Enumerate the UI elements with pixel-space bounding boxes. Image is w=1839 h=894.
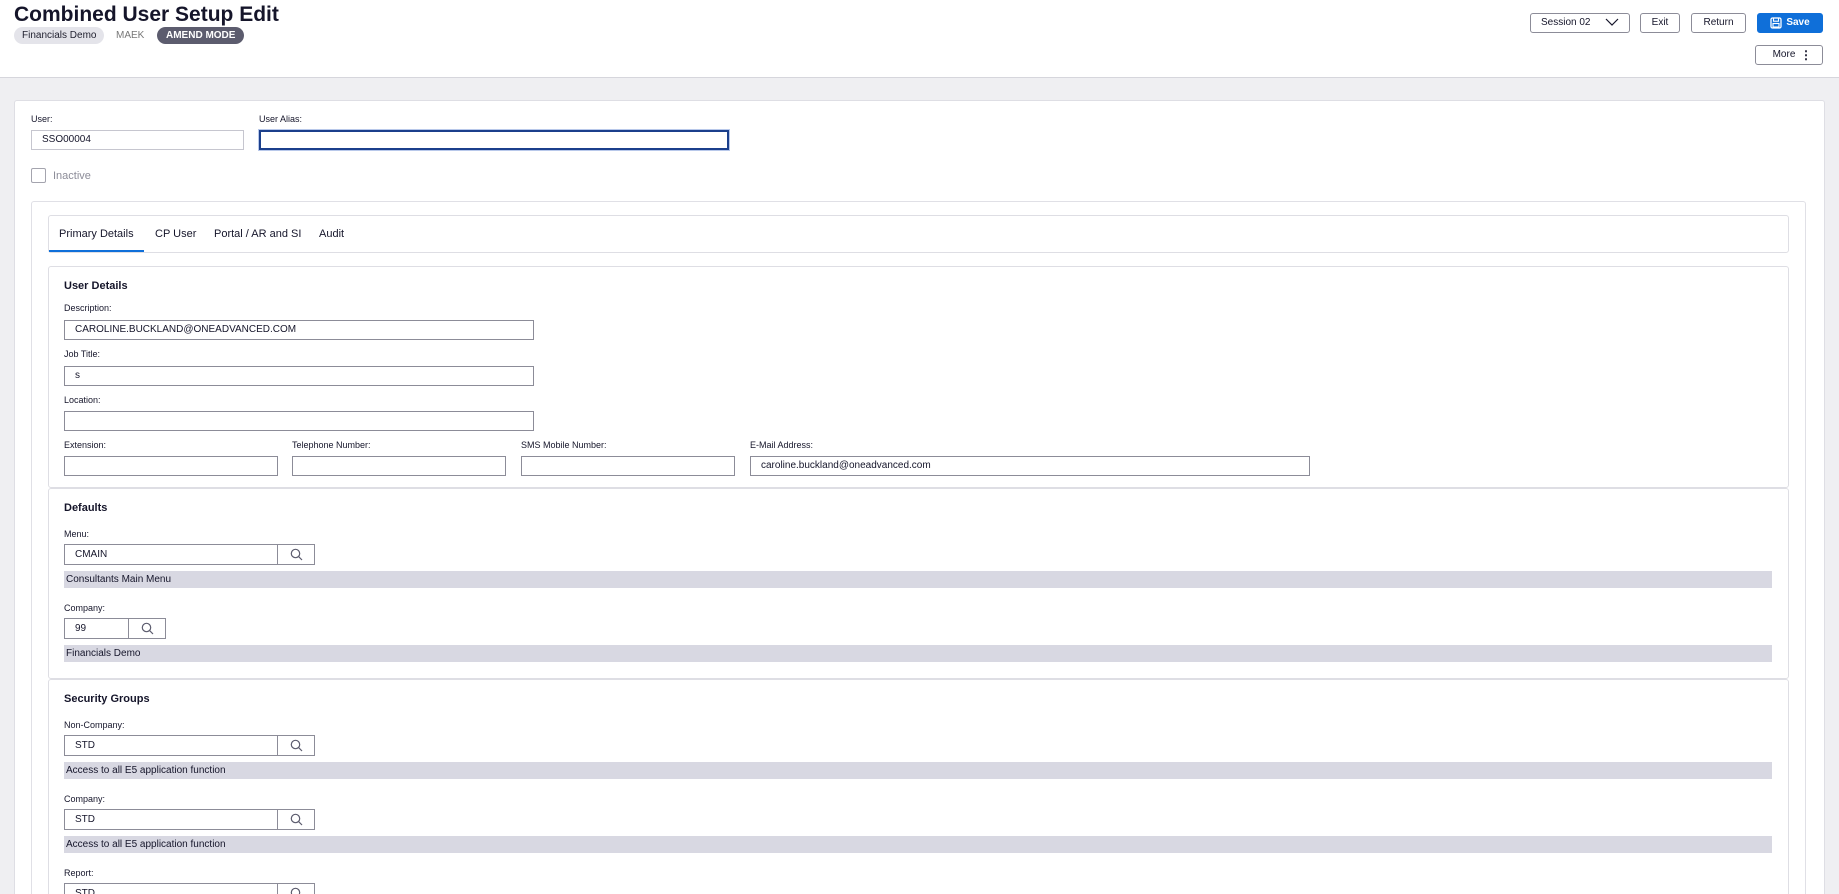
telephone-field[interactable] bbox=[292, 456, 506, 476]
inactive-label: Inactive bbox=[53, 170, 91, 182]
company-search-button[interactable] bbox=[128, 619, 165, 638]
company-description: Financials Demo bbox=[64, 645, 1772, 662]
search-icon bbox=[290, 548, 303, 561]
more-vertical-icon: ⋮ bbox=[1800, 48, 1812, 62]
save-icon bbox=[1770, 17, 1782, 36]
security-company-label: Company: bbox=[64, 794, 106, 804]
sms-mobile-field[interactable] bbox=[521, 456, 735, 476]
save-button[interactable]: Save bbox=[1757, 13, 1823, 33]
company-chip: Financials Demo bbox=[14, 27, 105, 44]
page-header: Combined User Setup Edit Financials Demo… bbox=[0, 0, 1839, 78]
menu-label: Menu: bbox=[64, 529, 90, 539]
company-label: Company: bbox=[64, 603, 106, 613]
tab-cp-user[interactable]: CP User bbox=[155, 228, 196, 240]
report-lookup[interactable]: STD bbox=[64, 883, 315, 894]
mode-badge: AMEND MODE bbox=[157, 27, 245, 44]
location-label: Location: bbox=[64, 395, 101, 405]
menu-description: Consultants Main Menu bbox=[64, 571, 1772, 588]
report-label: Report: bbox=[64, 868, 94, 878]
sms-mobile-label: SMS Mobile Number: bbox=[521, 440, 607, 450]
session-dropdown[interactable]: Session 02 bbox=[1530, 13, 1630, 33]
inactive-checkbox[interactable] bbox=[31, 168, 46, 183]
search-icon bbox=[290, 813, 303, 826]
non-company-lookup[interactable]: STD bbox=[64, 735, 315, 756]
tab-primary-details[interactable]: Primary Details bbox=[59, 228, 134, 240]
telephone-label: Telephone Number: bbox=[292, 440, 371, 450]
extension-field[interactable] bbox=[64, 456, 278, 476]
more-button[interactable]: More ⋮ bbox=[1755, 45, 1823, 65]
section-title-security-groups: Security Groups bbox=[64, 693, 150, 705]
non-company-search-button[interactable] bbox=[277, 736, 314, 755]
non-company-label: Non-Company: bbox=[64, 720, 125, 730]
menu-value: CMAIN bbox=[75, 549, 108, 560]
company-lookup[interactable]: 99 bbox=[64, 618, 166, 639]
security-company-description: Access to all E5 application function bbox=[64, 836, 1772, 853]
tab-bar: Primary Details CP User Portal / AR and … bbox=[48, 215, 1789, 253]
chevron-down-icon bbox=[1605, 15, 1619, 36]
user-field: SSO00004 bbox=[31, 130, 244, 150]
job-title-field[interactable]: s bbox=[64, 366, 534, 386]
more-label: More bbox=[1772, 49, 1796, 60]
description-label: Description: bbox=[64, 303, 112, 313]
non-company-description: Access to all E5 application function bbox=[64, 762, 1772, 779]
company-value: 99 bbox=[75, 623, 87, 634]
extension-label: Extension: bbox=[64, 440, 107, 450]
section-title-user-details: User Details bbox=[64, 280, 128, 292]
security-groups-section: Security Groups bbox=[48, 679, 1789, 894]
email-field[interactable]: caroline.buckland@oneadvanced.com bbox=[750, 456, 1310, 476]
tab-portal-ar-si[interactable]: Portal / AR and SI bbox=[214, 228, 301, 240]
description-field[interactable]: CAROLINE.BUCKLAND@ONEADVANCED.COM bbox=[64, 320, 534, 340]
email-label: E-Mail Address: bbox=[750, 440, 814, 450]
tab-audit[interactable]: Audit bbox=[319, 228, 344, 240]
security-company-value: STD bbox=[75, 814, 95, 825]
user-alias-label: User Alias: bbox=[259, 114, 303, 124]
menu-search-button[interactable] bbox=[277, 545, 314, 564]
job-title-label: Job Title: bbox=[64, 349, 101, 359]
search-icon bbox=[290, 739, 303, 752]
company-code: MAEK bbox=[116, 30, 145, 41]
return-button[interactable]: Return bbox=[1691, 13, 1746, 33]
non-company-value: STD bbox=[75, 740, 95, 751]
section-title-defaults: Defaults bbox=[64, 502, 108, 514]
save-label: Save bbox=[1786, 17, 1810, 28]
active-tab-indicator bbox=[49, 250, 144, 252]
search-icon bbox=[141, 622, 154, 635]
location-field[interactable] bbox=[64, 411, 534, 431]
security-company-lookup[interactable]: STD bbox=[64, 809, 315, 830]
user-label: User: bbox=[31, 114, 53, 124]
user-alias-field[interactable] bbox=[259, 130, 729, 150]
exit-button[interactable]: Exit bbox=[1640, 13, 1680, 33]
report-search-button[interactable] bbox=[277, 884, 314, 894]
menu-lookup[interactable]: CMAIN bbox=[64, 544, 315, 565]
page-title: Combined User Setup Edit bbox=[14, 3, 279, 26]
security-company-search-button[interactable] bbox=[277, 810, 314, 829]
report-value: STD bbox=[75, 888, 95, 894]
session-label: Session 02 bbox=[1541, 17, 1591, 28]
search-icon bbox=[290, 887, 301, 894]
